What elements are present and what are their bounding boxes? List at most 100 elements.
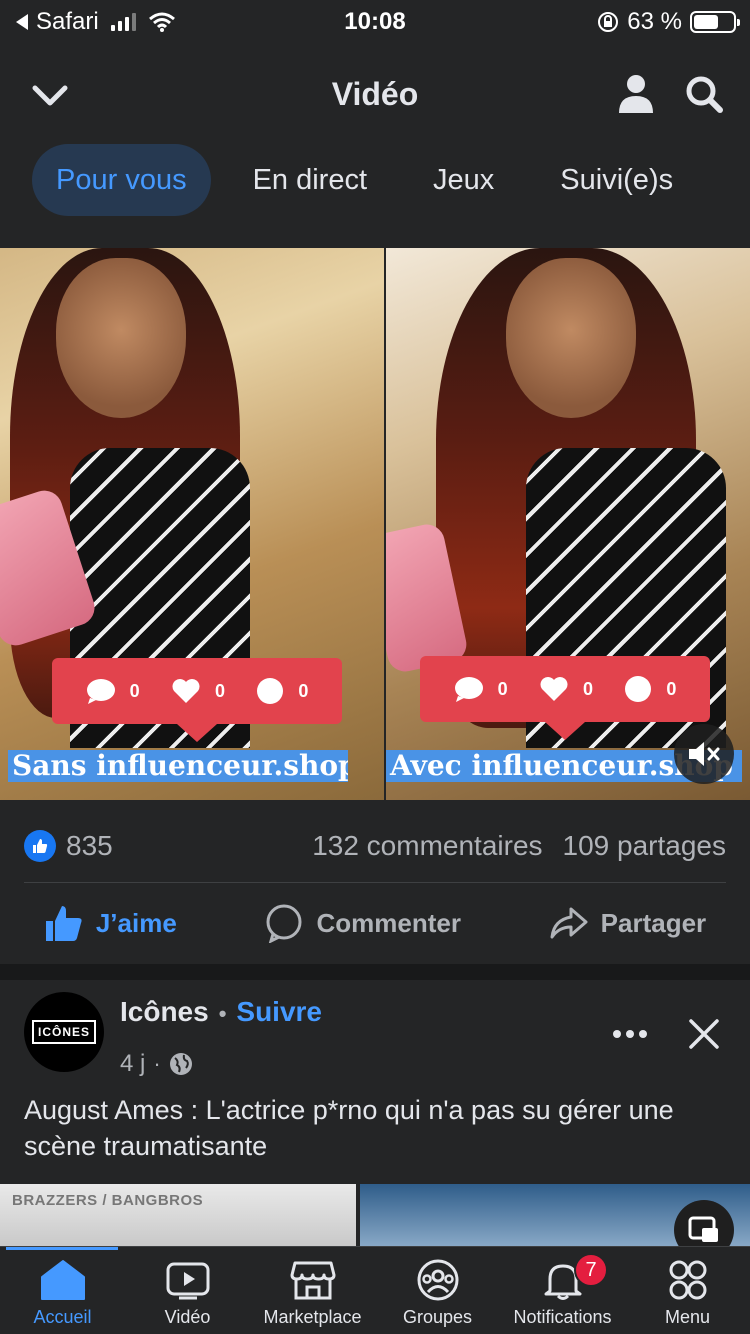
speaker-muted-icon — [689, 742, 720, 766]
battery-fill — [694, 15, 718, 29]
more-options-button[interactable] — [608, 1012, 652, 1056]
person-icon — [619, 75, 653, 113]
nav-label: Vidéo — [164, 1307, 211, 1327]
tab-jeux[interactable]: Jeux — [409, 144, 518, 216]
caption-left: Sans influenceur.shop — [8, 750, 348, 782]
status-right: 63 % — [597, 8, 740, 36]
post-media-preview[interactable]: BRAZZERS / BANGBROS — [0, 1184, 750, 1246]
thumbs-up-icon — [45, 906, 82, 941]
video-frame-right: 0 0 0 Avec influenceur.shop — [386, 248, 750, 800]
video-frame-left: 0 0 0 Sans influenceur.shop — [0, 248, 384, 800]
post-author[interactable]: Icônes — [120, 996, 209, 1028]
nav-label: Accueil — [33, 1307, 92, 1327]
signal-icon — [110, 13, 136, 31]
back-app-label: Safari — [36, 8, 99, 35]
comment-bubble-icon — [86, 679, 115, 704]
video-player[interactable]: 0 0 0 Sans influenceur.shop 0 0 0 Avec i… — [0, 248, 750, 800]
battery-percent: 63 % — [627, 8, 682, 35]
nav-label: Menu — [664, 1307, 711, 1327]
nav-notifications[interactable]: 7 Notifications — [500, 1247, 625, 1334]
page-title: Vidéo — [331, 75, 419, 112]
comment-label: Commenter — [316, 907, 461, 938]
comment-bubble-icon — [454, 677, 483, 702]
comment-count-left: 0 — [129, 680, 140, 701]
like-count[interactable]: 835 — [66, 830, 113, 862]
nav-marketplace[interactable]: Marketplace — [250, 1247, 375, 1334]
like-label: J’aime — [95, 907, 177, 938]
search-button[interactable] — [682, 72, 726, 116]
post-text: August Ames : L'actrice p*rno qui n'a pa… — [24, 1095, 674, 1161]
globe-icon — [169, 1053, 192, 1075]
post-time[interactable]: 4 j — [120, 1050, 145, 1078]
post-author-line: Icônes • Suivre — [120, 996, 322, 1028]
heart-count-left: 0 — [214, 680, 225, 701]
post-header: ICÔNES Icônes • Suivre 4 j · — [24, 992, 726, 1080]
home-icon — [40, 1260, 85, 1300]
follow-button[interactable]: Suivre — [236, 996, 322, 1028]
avatar[interactable]: ICÔNES — [24, 992, 104, 1072]
nav-menu[interactable]: Menu — [625, 1247, 750, 1334]
groups-icon — [417, 1259, 458, 1301]
nav-video[interactable]: Vidéo — [125, 1247, 250, 1334]
tab-pour-vous[interactable]: Pour vous — [32, 144, 211, 216]
pip-icon — [688, 1216, 718, 1242]
person-circle-icon — [625, 676, 652, 702]
feed-separator — [0, 964, 750, 980]
more-horizontal-icon — [613, 1030, 647, 1038]
header-actions — [614, 72, 726, 116]
nav-label: Notifications — [513, 1307, 612, 1327]
tab-en-direct[interactable]: En direct — [229, 144, 391, 216]
comment-icon — [266, 904, 302, 943]
back-arrow-icon — [16, 14, 28, 30]
comment-count-right: 0 — [497, 678, 508, 699]
dot-separator: · — [153, 1051, 161, 1076]
social-counter-left: 0 0 0 — [52, 658, 342, 742]
post-header-actions — [608, 1012, 726, 1056]
heart-icon — [540, 677, 568, 701]
wifi-icon — [148, 12, 175, 32]
dot-separator: • — [218, 1001, 227, 1026]
status-bar: Safari 10:08 63 % — [0, 0, 750, 44]
hide-post-button[interactable] — [682, 1012, 726, 1056]
notification-badge: 7 — [574, 1253, 608, 1287]
like-button[interactable]: J’aime — [44, 903, 177, 943]
share-count[interactable]: 109 partages — [563, 830, 726, 862]
like-reaction-icon — [24, 830, 56, 862]
comment-count[interactable]: 132 commentaires — [312, 830, 542, 862]
chevron-down-icon — [32, 85, 68, 106]
collapse-button[interactable] — [28, 74, 72, 118]
divider — [24, 882, 726, 883]
share-icon — [550, 907, 588, 939]
mute-button[interactable] — [674, 724, 734, 784]
status-left[interactable]: Safari — [14, 8, 176, 36]
follow-count-right: 0 — [666, 678, 677, 699]
nav-label: Marketplace — [263, 1307, 362, 1327]
post-actions: J’aime Commenter Partager — [0, 890, 750, 956]
video-header: Vidéo — [0, 56, 750, 132]
heart-icon — [172, 679, 200, 703]
search-icon — [686, 76, 723, 113]
close-icon — [689, 1019, 719, 1049]
nav-label: Groupes — [402, 1307, 473, 1327]
marketplace-icon — [290, 1261, 335, 1300]
comment-button[interactable]: Commenter — [264, 903, 461, 943]
follow-count-left: 0 — [298, 680, 309, 701]
reactions-summary: 835 132 commentaires 109 partages — [24, 822, 726, 870]
nav-groupes[interactable]: Groupes — [375, 1247, 500, 1334]
preview-left: BRAZZERS / BANGBROS — [0, 1184, 356, 1246]
video-tabs: Pour vous En direct Jeux Suivi(e)s — [32, 144, 715, 216]
tab-suivis[interactable]: Suivi(e)s — [536, 144, 697, 216]
social-counter-right: 0 0 0 — [420, 656, 710, 740]
share-button[interactable]: Partager — [549, 905, 706, 941]
avatar-logo: ICÔNES — [31, 1020, 96, 1044]
video-icon — [166, 1262, 209, 1300]
battery-icon — [690, 11, 740, 33]
heart-count-right: 0 — [582, 678, 593, 699]
profile-button[interactable] — [614, 72, 658, 116]
bottom-navigation: Accueil Vidéo Marketplace Groupes 7 Noti… — [0, 1246, 750, 1334]
post-meta: 4 j · — [120, 1050, 193, 1078]
rotation-lock-icon — [598, 12, 619, 32]
nav-accueil[interactable]: Accueil — [0, 1247, 125, 1334]
menu-grid-icon — [669, 1260, 706, 1300]
preview-tag: BRAZZERS / BANGBROS — [12, 1192, 204, 1209]
